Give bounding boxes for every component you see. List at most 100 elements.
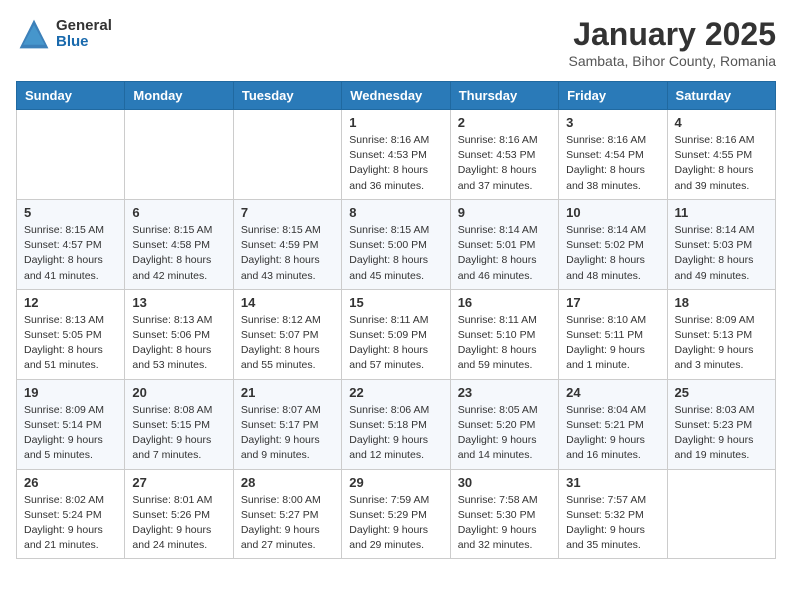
calendar-cell: 10Sunrise: 8:14 AM Sunset: 5:02 PM Dayli… (559, 199, 667, 289)
day-number: 1 (349, 115, 442, 130)
calendar-cell: 30Sunrise: 7:58 AM Sunset: 5:30 PM Dayli… (450, 469, 558, 559)
cell-content-day-23: 23Sunrise: 8:05 AM Sunset: 5:20 PM Dayli… (458, 385, 551, 464)
cell-text: Sunrise: 8:00 AM Sunset: 5:27 PM Dayligh… (241, 493, 334, 554)
calendar-cell: 11 Sunrise: 8:14 AM Sunset: 5:03 PM Dayli… (667, 199, 775, 289)
calendar-cell: 18 Sunrise: 8:09 AM Sunset: 5:13 PM Dayli… (667, 289, 775, 379)
cell-text: Sunrise: 8:13 AM Sunset: 5:05 PM Dayligh… (24, 313, 117, 374)
week-row-2: 5 Sunrise: 8:15 AM Sunset: 4:57 PM Daylig… (17, 199, 776, 289)
cell-content-day-27: 27Sunrise: 8:01 AM Sunset: 5:26 PM Dayli… (132, 475, 225, 554)
calendar-cell: 20Sunrise: 8:08 AM Sunset: 5:15 PM Dayli… (125, 379, 233, 469)
day-number: 24 (566, 385, 659, 400)
calendar-title: January 2025 (568, 16, 776, 53)
day-number: 8 (349, 205, 442, 220)
cell-text: Sunrise: 8:16 AM Sunset: 4:54 PM Dayligh… (566, 133, 659, 194)
logo-text: General Blue (56, 18, 112, 51)
cell-text: Sunrise: 8:06 AM Sunset: 5:18 PM Dayligh… (349, 403, 442, 464)
calendar-cell: 2 Sunrise: 8:16 AM Sunset: 4:53 PM Daylig… (450, 110, 558, 200)
cell-content-day-28: 28Sunrise: 8:00 AM Sunset: 5:27 PM Dayli… (241, 475, 334, 554)
cell-content-day-10: 10Sunrise: 8:14 AM Sunset: 5:02 PM Dayli… (566, 205, 659, 284)
cell-text: Sunrise: 8:15 AM Sunset: 4:57 PM Dayligh… (24, 223, 117, 284)
cell-text: Sunrise: 7:57 AM Sunset: 5:32 PM Dayligh… (566, 493, 659, 554)
cell-text: Sunrise: 8:14 AM Sunset: 5:03 PM Dayligh… (675, 223, 768, 284)
cell-text: Sunrise: 8:09 AM Sunset: 5:14 PM Dayligh… (24, 403, 117, 464)
day-number: 19 (24, 385, 117, 400)
cell-content-day-9: 9Sunrise: 8:14 AM Sunset: 5:01 PM Daylig… (458, 205, 551, 284)
week-row-3: 12Sunrise: 8:13 AM Sunset: 5:05 PM Dayli… (17, 289, 776, 379)
day-number: 22 (349, 385, 442, 400)
cell-text: Sunrise: 8:03 AM Sunset: 5:23 PM Dayligh… (675, 403, 768, 464)
weekday-header-row: SundayMondayTuesdayWednesdayThursdayFrid… (17, 82, 776, 110)
cell-content-day-17: 17Sunrise: 8:10 AM Sunset: 5:11 PM Dayli… (566, 295, 659, 374)
calendar-cell: 14 Sunrise: 8:12 AM Sunset: 5:07 PM Dayli… (233, 289, 341, 379)
day-number: 31 (566, 475, 659, 490)
cell-text: Sunrise: 8:16 AM Sunset: 4:55 PM Dayligh… (675, 133, 768, 194)
title-block: January 2025 Sambata, Bihor County, Roma… (568, 16, 776, 69)
cell-content-day-11: 11 Sunrise: 8:14 AM Sunset: 5:03 PM Dayli… (675, 205, 768, 284)
logo-blue: Blue (56, 34, 112, 51)
week-row-1: 1 Sunrise: 8:16 AM Sunset: 4:53 PM Daylig… (17, 110, 776, 200)
day-number: 13 (132, 295, 225, 310)
calendar-cell: 28Sunrise: 8:00 AM Sunset: 5:27 PM Dayli… (233, 469, 341, 559)
calendar-cell: 15Sunrise: 8:11 AM Sunset: 5:09 PM Dayli… (342, 289, 450, 379)
cell-content-day-24: 24Sunrise: 8:04 AM Sunset: 5:21 PM Dayli… (566, 385, 659, 464)
day-number: 5 (24, 205, 117, 220)
cell-text: Sunrise: 8:02 AM Sunset: 5:24 PM Dayligh… (24, 493, 117, 554)
calendar-cell: 24Sunrise: 8:04 AM Sunset: 5:21 PM Dayli… (559, 379, 667, 469)
day-number: 30 (458, 475, 551, 490)
calendar-cell (125, 110, 233, 200)
calendar-cell: 25 Sunrise: 8:03 AM Sunset: 5:23 PM Dayli… (667, 379, 775, 469)
cell-text: Sunrise: 8:14 AM Sunset: 5:01 PM Dayligh… (458, 223, 551, 284)
calendar-cell (17, 110, 125, 200)
cell-content-day-29: 29Sunrise: 7:59 AM Sunset: 5:29 PM Dayli… (349, 475, 442, 554)
day-number: 25 (675, 385, 768, 400)
cell-content-day-6: 6 Sunrise: 8:15 AM Sunset: 4:58 PM Daylig… (132, 205, 225, 284)
cell-content-day-3: 3 Sunrise: 8:16 AM Sunset: 4:54 PM Daylig… (566, 115, 659, 194)
cell-content-day-19: 19 Sunrise: 8:09 AM Sunset: 5:14 PM Dayli… (24, 385, 117, 464)
day-number: 18 (675, 295, 768, 310)
cell-content-day-15: 15Sunrise: 8:11 AM Sunset: 5:09 PM Dayli… (349, 295, 442, 374)
calendar-cell: 17Sunrise: 8:10 AM Sunset: 5:11 PM Dayli… (559, 289, 667, 379)
calendar-cell: 12Sunrise: 8:13 AM Sunset: 5:05 PM Dayli… (17, 289, 125, 379)
calendar-table: SundayMondayTuesdayWednesdayThursdayFrid… (16, 81, 776, 559)
day-number: 15 (349, 295, 442, 310)
cell-content-day-7: 7Sunrise: 8:15 AM Sunset: 4:59 PM Daylig… (241, 205, 334, 284)
calendar-cell: 9Sunrise: 8:14 AM Sunset: 5:01 PM Daylig… (450, 199, 558, 289)
calendar-cell: 8Sunrise: 8:15 AM Sunset: 5:00 PM Daylig… (342, 199, 450, 289)
cell-text: Sunrise: 8:12 AM Sunset: 5:07 PM Dayligh… (241, 313, 334, 374)
day-number: 2 (458, 115, 551, 130)
calendar-cell: 26 Sunrise: 8:02 AM Sunset: 5:24 PM Dayli… (17, 469, 125, 559)
week-row-4: 19 Sunrise: 8:09 AM Sunset: 5:14 PM Dayli… (17, 379, 776, 469)
cell-content-day-2: 2 Sunrise: 8:16 AM Sunset: 4:53 PM Daylig… (458, 115, 551, 194)
cell-text: Sunrise: 8:09 AM Sunset: 5:13 PM Dayligh… (675, 313, 768, 374)
cell-text: Sunrise: 8:15 AM Sunset: 4:58 PM Dayligh… (132, 223, 225, 284)
day-number: 17 (566, 295, 659, 310)
cell-text: Sunrise: 8:13 AM Sunset: 5:06 PM Dayligh… (132, 313, 225, 374)
day-number: 26 (24, 475, 117, 490)
cell-content-day-16: 16Sunrise: 8:11 AM Sunset: 5:10 PM Dayli… (458, 295, 551, 374)
calendar-cell: 6 Sunrise: 8:15 AM Sunset: 4:58 PM Daylig… (125, 199, 233, 289)
calendar-cell: 19 Sunrise: 8:09 AM Sunset: 5:14 PM Dayli… (17, 379, 125, 469)
cell-content-day-30: 30Sunrise: 7:58 AM Sunset: 5:30 PM Dayli… (458, 475, 551, 554)
calendar-cell: 16Sunrise: 8:11 AM Sunset: 5:10 PM Dayli… (450, 289, 558, 379)
cell-content-day-25: 25 Sunrise: 8:03 AM Sunset: 5:23 PM Dayli… (675, 385, 768, 464)
cell-text: Sunrise: 8:01 AM Sunset: 5:26 PM Dayligh… (132, 493, 225, 554)
day-number: 20 (132, 385, 225, 400)
logo-general: General (56, 18, 112, 35)
cell-text: Sunrise: 8:11 AM Sunset: 5:10 PM Dayligh… (458, 313, 551, 374)
calendar-subtitle: Sambata, Bihor County, Romania (568, 53, 776, 69)
day-number: 11 (675, 205, 768, 220)
day-number: 6 (132, 205, 225, 220)
cell-text: Sunrise: 8:16 AM Sunset: 4:53 PM Dayligh… (458, 133, 551, 194)
day-number: 14 (241, 295, 334, 310)
day-number: 4 (675, 115, 768, 130)
calendar-cell: 27Sunrise: 8:01 AM Sunset: 5:26 PM Dayli… (125, 469, 233, 559)
day-number: 3 (566, 115, 659, 130)
day-number: 23 (458, 385, 551, 400)
weekday-header-sunday: Sunday (17, 82, 125, 110)
cell-content-day-21: 21Sunrise: 8:07 AM Sunset: 5:17 PM Dayli… (241, 385, 334, 464)
cell-content-day-20: 20Sunrise: 8:08 AM Sunset: 5:15 PM Dayli… (132, 385, 225, 464)
calendar-cell: 31 Sunrise: 7:57 AM Sunset: 5:32 PM Dayli… (559, 469, 667, 559)
cell-content-day-31: 31 Sunrise: 7:57 AM Sunset: 5:32 PM Dayli… (566, 475, 659, 554)
cell-content-day-18: 18 Sunrise: 8:09 AM Sunset: 5:13 PM Dayli… (675, 295, 768, 374)
cell-content-day-13: 13 Sunrise: 8:13 AM Sunset: 5:06 PM Dayli… (132, 295, 225, 374)
